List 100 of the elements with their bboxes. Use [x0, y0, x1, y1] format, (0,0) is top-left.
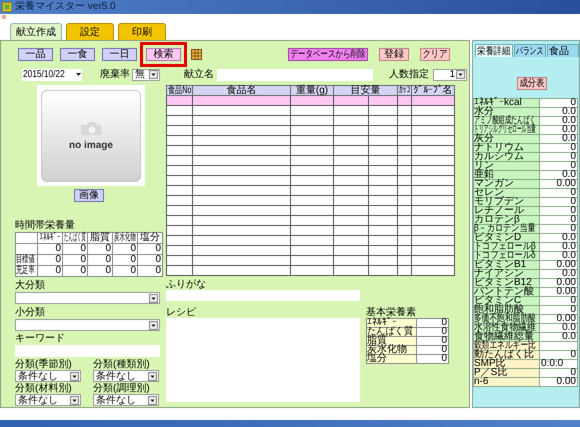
dropdown[interactable] [15, 319, 160, 331]
table-cell: 0.00 [540, 180, 578, 188]
selected-row[interactable] [166, 96, 454, 106]
dropdown[interactable] [15, 292, 160, 304]
field-label: 献立名 [184, 69, 214, 80]
field-label: 大分類 [15, 280, 46, 291]
row-header: 穀類エネルギー比 [474, 342, 540, 350]
no-image-text: no image [69, 140, 113, 150]
tab[interactable]: 献立作成 [10, 23, 62, 40]
row-header: ビタミンC [474, 296, 540, 306]
dropdown[interactable]: 無 [132, 68, 160, 80]
keyword-field[interactable] [15, 345, 160, 357]
row-header: 水溶性食物繊維 [474, 324, 540, 332]
table-cell: 0 [138, 254, 162, 266]
table-cell: 0 [38, 254, 62, 266]
table-cell: 0.00 [540, 378, 578, 386]
table-cell: 0.00 [540, 314, 578, 324]
column-header: 炭水化物 [112, 232, 138, 244]
row-header: トコフェロールδ [474, 252, 540, 260]
table-cell: 0 [88, 266, 112, 276]
grid-icon [191, 48, 202, 60]
row-header: マンガン [474, 180, 540, 188]
table-cell: 0 [38, 244, 62, 254]
image-button[interactable]: 画像 [74, 189, 104, 202]
dropdown[interactable]: 条件なし [93, 394, 159, 406]
column-header: 塩分 [138, 232, 162, 244]
table-cell: 0 [62, 266, 88, 276]
row-header: ナイアシン [474, 270, 540, 278]
row-header: パントテン酸 [474, 288, 540, 296]
row-header: 水分 [474, 108, 540, 116]
tab[interactable]: 栄養詳細 [475, 44, 513, 57]
app-icon [2, 2, 12, 12]
search-button[interactable]: 検索 [146, 48, 181, 60]
column-header: たんぱく質 [62, 232, 88, 244]
field-label: レシピ [166, 307, 197, 318]
row-header: ナトリウム [474, 144, 540, 152]
row-header: 脂質 [366, 336, 416, 346]
dropdown[interactable]: 条件なし [15, 394, 81, 406]
row-header: レチノール [474, 206, 540, 216]
row-header: 充足率 [16, 266, 38, 276]
tab[interactable]: バランス [514, 44, 546, 57]
row-header: 炭水化物 [366, 346, 416, 354]
tab[interactable]: 設定 [66, 23, 114, 40]
row-header: 目標値 [16, 254, 38, 266]
column-header: 食品名 [192, 86, 290, 96]
window-title: 栄養マイスター ver5.0 [15, 1, 116, 13]
row-header: ｴﾈﾙｷﾞｰkcal [474, 98, 540, 108]
row-header: セレン [474, 188, 540, 198]
mode-button[interactable]: 一品 [18, 48, 53, 60]
table-cell: 0 [138, 266, 162, 276]
row-header: 塩分 [366, 354, 416, 364]
row-header: ビタミンB12 [474, 278, 540, 288]
row-header: P／S比 [474, 368, 540, 378]
action-button[interactable]: 登録 [379, 48, 409, 60]
column-header: 脂質 [88, 232, 112, 244]
dropdown-arrow-icon [75, 71, 82, 78]
field-label: ふりがな [166, 279, 207, 290]
field-label: 人数指定 [389, 69, 429, 80]
table-cell: 0 [88, 254, 112, 266]
table-cell: 0 [38, 266, 62, 276]
window-marker [2, 15, 6, 19]
mode-button[interactable]: 一日 [102, 48, 137, 60]
action-button[interactable]: クリア [420, 48, 450, 60]
tab[interactable]: 食品 [547, 44, 579, 57]
dropdown[interactable]: 1 [433, 68, 467, 80]
table-cell: 0 [112, 266, 138, 276]
row-header: ビタミンB1 [474, 260, 540, 270]
mode-button[interactable]: 一食 [60, 48, 95, 60]
dropdown[interactable]: 条件なし [15, 370, 81, 382]
table-cell: 0.00 [540, 260, 578, 270]
column-header: ｴﾈﾙｷﾞｰ [38, 232, 62, 244]
row-header: モリブデン [474, 198, 540, 206]
table-cell: 0 [540, 98, 578, 108]
table-cell: 0 [62, 244, 88, 254]
field-label: 分類(季節別) [15, 359, 73, 370]
table-cell: 0 [88, 244, 112, 254]
section-title: 時間帯栄養量 [15, 220, 76, 231]
row-header: 食物繊維総量 [474, 332, 540, 342]
recipe-field[interactable] [166, 318, 360, 402]
row-header: カルシウム [474, 152, 540, 162]
dropdown[interactable]: 条件なし [93, 370, 159, 382]
field-label: 廃棄率 [100, 69, 130, 80]
row-header: トコフェロールβ [474, 242, 540, 252]
delete-button[interactable]: データベースから削除 [288, 48, 368, 60]
field-label: 分類(種類別) [93, 359, 151, 370]
table-cell: 0.00 [540, 288, 578, 296]
menu-name-field[interactable] [217, 68, 373, 80]
table-cell: 0 [112, 254, 138, 266]
table-button[interactable]: 成分表 [517, 77, 547, 90]
table-cell: 0:0:0 [540, 360, 578, 368]
camera-icon [80, 120, 102, 136]
table-cell: 0 [62, 254, 88, 266]
tab[interactable]: 印刷 [118, 23, 166, 40]
table-cell: 0 [138, 244, 162, 254]
column-header: 食品No [166, 86, 192, 96]
section-title: 基本栄養素 [366, 307, 417, 318]
date-picker[interactable]: 2015/10/22 [22, 68, 82, 80]
row-header: SMP比 [474, 360, 540, 368]
row-header: ビタミンD [474, 234, 540, 242]
furigana-field[interactable] [166, 290, 360, 301]
